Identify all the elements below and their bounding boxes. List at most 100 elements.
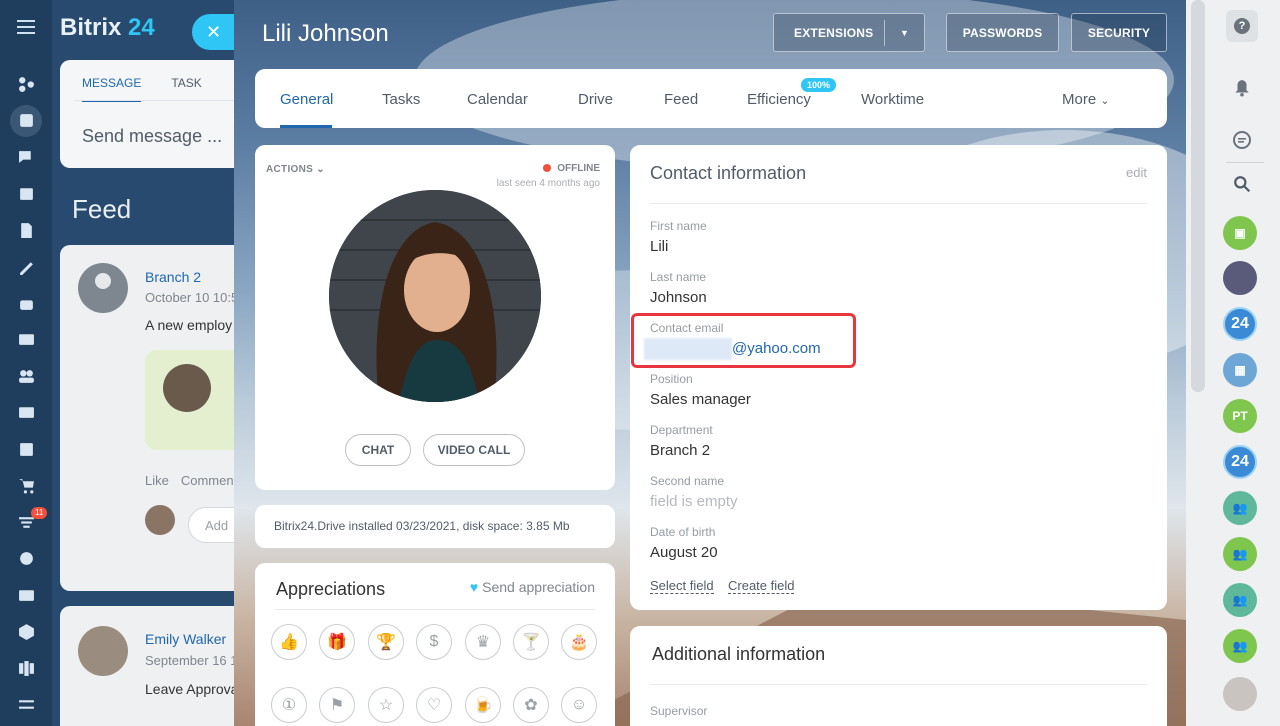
tab-efficiency[interactable]: Efficiency (747, 91, 811, 108)
field-label: Last name (650, 270, 707, 284)
tab-task[interactable]: TASK (171, 76, 201, 90)
cocktail-icon[interactable]: 🍸 (513, 624, 549, 660)
number-one-icon[interactable]: ① (271, 687, 307, 723)
like-link[interactable]: Like (145, 473, 169, 488)
field-label: Date of birth (650, 525, 716, 539)
post-date: October 10 10:5 (145, 290, 239, 305)
crown-icon[interactable]: ♛ (465, 624, 501, 660)
star-icon[interactable]: ☆ (368, 687, 404, 723)
security-button[interactable]: SECURITY (1071, 13, 1167, 52)
tab-general[interactable]: General (280, 91, 333, 108)
tab-drive[interactable]: Drive (578, 91, 613, 108)
contact-information-card: Contact information edit First name Lili… (630, 145, 1167, 610)
users-icon[interactable] (0, 358, 52, 395)
app-logo[interactable]: Bitrix 24 (60, 14, 155, 42)
smile-icon[interactable]: ☺ (561, 687, 597, 723)
avatar[interactable] (78, 626, 128, 676)
robot-icon[interactable] (0, 285, 52, 322)
tasks-icon[interactable] (0, 431, 52, 468)
messenger-icon[interactable] (1226, 124, 1258, 156)
chat-avatar-group-icon[interactable]: 👥 (1223, 491, 1257, 525)
employee-profile-slider: Lili Johnson EXTENSIONS ▼ PASSWORDS SECU… (234, 0, 1186, 726)
tab-worktime[interactable]: Worktime (861, 91, 924, 108)
contact-email-link[interactable]: @yahoo.com (732, 340, 821, 357)
actions-menu[interactable]: ACTIONS ⌄ (266, 164, 325, 175)
settings-sliders-icon[interactable] (0, 687, 52, 724)
tab-tasks[interactable]: Tasks (382, 91, 420, 108)
chat-button[interactable]: CHAT (345, 434, 411, 466)
security-label: SECURITY (1087, 25, 1151, 40)
chat-avatar-24[interactable]: 24 (1223, 445, 1257, 479)
money-icon[interactable]: $ (416, 624, 452, 660)
tab-message[interactable]: MESSAGE (82, 76, 142, 102)
sign-icon[interactable] (0, 249, 52, 286)
chat-avatar-group-icon[interactable]: 👥 (1223, 629, 1257, 663)
trophy-icon[interactable]: 🏆 (368, 624, 404, 660)
flag-icon[interactable]: ⚑ (319, 687, 355, 723)
post-date: September 16 1 (145, 653, 238, 668)
tab-calendar[interactable]: Calendar (467, 91, 528, 108)
actions-label: ACTIONS (266, 164, 314, 175)
scrollbar[interactable] (1186, 0, 1210, 726)
chevron-down-icon: ⌄ (1100, 95, 1110, 107)
create-field-link[interactable]: Create field (728, 578, 795, 594)
post-author[interactable]: Emily Walker (145, 631, 226, 647)
bell-icon[interactable] (1226, 72, 1258, 104)
department-value[interactable]: Branch 2 (650, 442, 710, 459)
inbox-icon[interactable] (0, 322, 52, 359)
tab-more[interactable]: More ⌄ (1062, 91, 1110, 108)
chat-avatar-24[interactable]: 24 (1223, 307, 1257, 341)
avatar[interactable] (78, 263, 128, 313)
filter-icon[interactable]: 11 (0, 504, 52, 541)
chat-avatar-photo[interactable] (1223, 677, 1257, 711)
search-icon[interactable] (1226, 168, 1258, 200)
chat-avatar-group-icon[interactable]: 👥 (1223, 537, 1257, 571)
flower-icon[interactable]: ✿ (513, 687, 549, 723)
chat-avatar-group-icon[interactable]: ▣ (1223, 216, 1257, 250)
extensions-button[interactable]: EXTENSIONS ▼ (773, 13, 925, 52)
profile-photo-image (329, 190, 541, 402)
target-icon[interactable] (0, 541, 52, 578)
mail-icon[interactable] (0, 395, 52, 432)
scrollbar-thumb[interactable] (1191, 0, 1205, 392)
cake-icon[interactable]: 🎂 (561, 624, 597, 660)
box-icon[interactable] (0, 614, 52, 651)
field-label: First name (650, 219, 707, 233)
chat-avatar-calendar-icon[interactable]: ▦ (1223, 353, 1257, 387)
chat-icon[interactable] (0, 139, 52, 176)
tab-feed[interactable]: Feed (664, 91, 698, 108)
composer: MESSAGE TASK Send message ... (60, 60, 252, 168)
chat-avatar-pt[interactable]: PT (1223, 399, 1257, 433)
chat-avatar-group-icon[interactable]: 👥 (1223, 583, 1257, 617)
feed-post: Emily Walker September 16 1 Leave Approv… (60, 606, 252, 726)
contact-card-icon[interactable] (0, 577, 52, 614)
sitemap-icon[interactable] (0, 66, 52, 103)
post-author[interactable]: Branch 2 (145, 269, 201, 285)
send-message-input[interactable]: Send message ... (82, 126, 222, 147)
notification-badge: 11 (31, 507, 48, 519)
profile-photo[interactable] (329, 190, 541, 402)
field-label: Position (650, 372, 693, 386)
calendar-icon[interactable] (0, 176, 52, 213)
passwords-button[interactable]: PASSWORDS (946, 13, 1059, 52)
heart-outline-icon[interactable]: ♡ (416, 687, 452, 723)
menu-icon[interactable] (17, 20, 35, 34)
feed-icon[interactable] (0, 103, 52, 140)
send-appreciation-link[interactable]: ♥ Send appreciation (470, 579, 595, 595)
help-icon[interactable]: ? (1226, 10, 1258, 42)
cart-icon[interactable] (0, 468, 52, 505)
select-field-link[interactable]: Select field (650, 578, 714, 594)
apps-icon[interactable] (0, 650, 52, 687)
gift-icon[interactable]: 🎁 (319, 624, 355, 660)
beer-icon[interactable]: 🍺 (465, 687, 501, 723)
edit-link[interactable]: edit (1126, 165, 1147, 180)
left-sidebar: 11 (0, 0, 52, 726)
comment-link[interactable]: Comment (181, 473, 237, 488)
document-icon[interactable] (0, 212, 52, 249)
video-call-button[interactable]: VIDEO CALL (423, 434, 525, 466)
additional-information-card: Additional information Supervisor (630, 626, 1167, 726)
chat-avatar-photo[interactable] (1223, 261, 1257, 295)
thumbs-up-icon[interactable]: 👍 (271, 624, 307, 660)
chevron-down-icon[interactable]: ▼ (884, 20, 924, 46)
right-sidebar: ? ▣ 24 ▦ PT 24 👥 👥 👥 👥 (1210, 0, 1280, 726)
